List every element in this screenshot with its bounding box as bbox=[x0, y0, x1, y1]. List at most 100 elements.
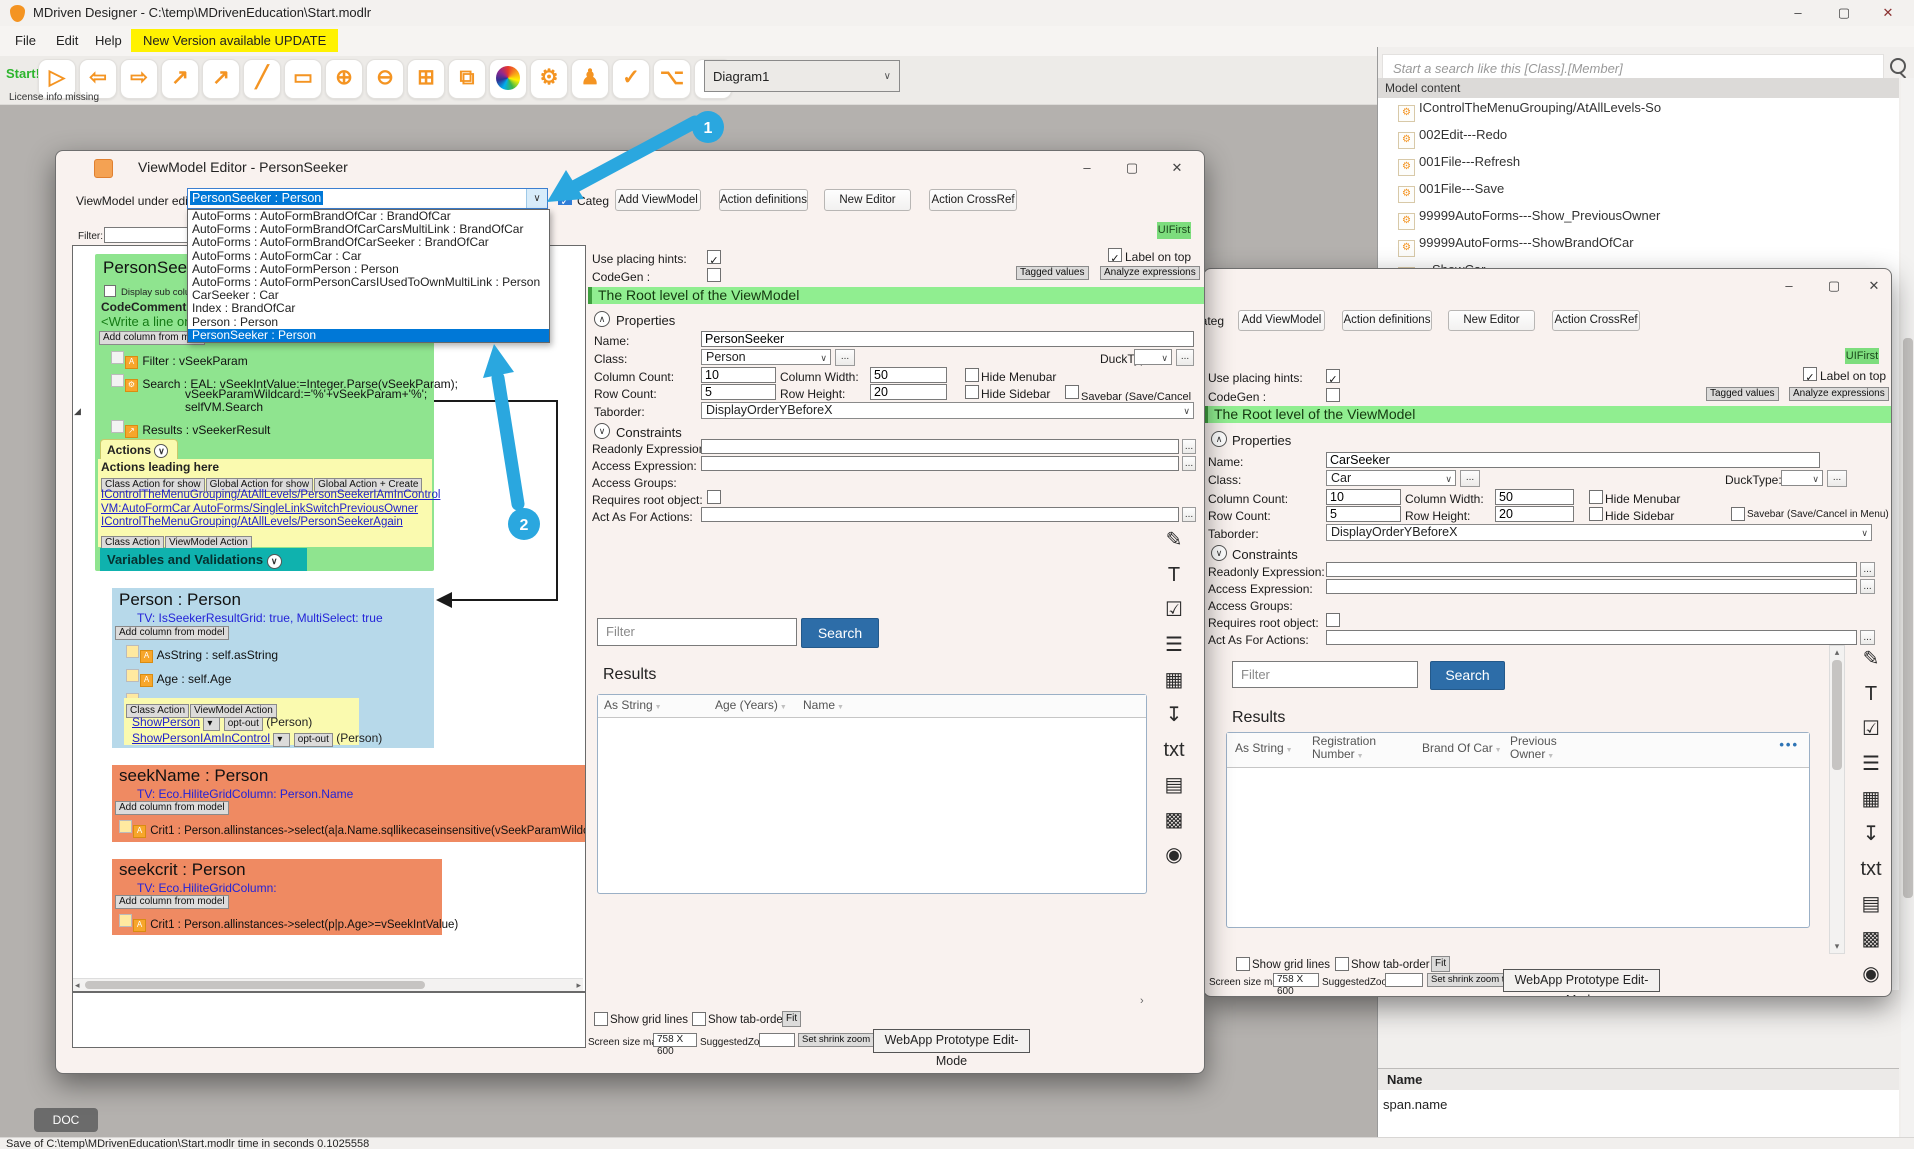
dropdown-item[interactable]: AutoForms : AutoFormBrandOfCarSeeker : B… bbox=[188, 236, 549, 249]
dialog2-add-viewmodel-button[interactable]: Add ViewModel bbox=[1238, 310, 1325, 331]
dialog2-maximize-button[interactable]: ▢ bbox=[1814, 273, 1854, 299]
model-list-item[interactable]: ⚙001File---Refresh bbox=[1398, 154, 1914, 174]
new-editor-button[interactable]: New Editor bbox=[824, 189, 911, 211]
model-list-item[interactable]: ⚙001File---Save bbox=[1398, 181, 1914, 201]
grid-column-icon[interactable]: ▤ bbox=[1856, 890, 1886, 920]
grid-column-icon[interactable]: ▤ bbox=[1159, 771, 1189, 801]
action-crossref-button[interactable]: Action CrossRef bbox=[929, 189, 1017, 211]
hide-menubar-checkbox[interactable] bbox=[965, 368, 979, 382]
drop-target-icon[interactable]: ↧ bbox=[1856, 820, 1886, 850]
select-rect-icon[interactable]: ▭ bbox=[284, 59, 322, 99]
component-icon[interactable]: ▩ bbox=[1856, 925, 1886, 955]
dialog2-show-tab-checkbox[interactable] bbox=[1335, 957, 1349, 971]
menu-help[interactable]: Help bbox=[95, 33, 122, 48]
screen-size-value[interactable]: 758 X 600 bbox=[653, 1033, 697, 1047]
dialog2-constraints-expand-icon[interactable]: ∨ bbox=[1211, 545, 1227, 561]
class-picker-button[interactable]: ... bbox=[835, 349, 855, 366]
analyze-button[interactable]: Analyze expressions bbox=[1100, 266, 1200, 280]
codegen-checkbox[interactable] bbox=[707, 268, 721, 282]
dialog2-proto-filter-input[interactable]: Filter bbox=[1232, 661, 1418, 688]
results-column-row[interactable]: ↗ Results : vSeekerResult bbox=[111, 420, 270, 438]
dialog2-readonly-field[interactable] bbox=[1326, 562, 1857, 577]
seekname-panel[interactable]: seekName : Person TV: Eco.HiliteGridColu… bbox=[112, 765, 585, 842]
action-link[interactable]: IControlTheMenuGrouping/AtAllLevels/Pers… bbox=[101, 489, 440, 503]
access-expr-picker[interactable]: ... bbox=[1182, 456, 1196, 471]
dialog2-close-button[interactable]: ✕ bbox=[1854, 273, 1892, 299]
dialog2-ducktype-picker-button[interactable]: ... bbox=[1827, 470, 1847, 487]
action-link[interactable]: VM:AutoFormCar AutoForms/SingleLinkSwitc… bbox=[101, 503, 440, 517]
dialog2-label-on-top-checkbox[interactable] bbox=[1803, 367, 1817, 381]
filter-column-row[interactable]: A Filter : vSeekParam bbox=[111, 351, 248, 369]
use-placing-checkbox[interactable] bbox=[707, 250, 721, 264]
hscroll-right-icon[interactable]: › bbox=[1140, 995, 1144, 1007]
model-list-item[interactable]: ⚙002Edit---Redo bbox=[1398, 127, 1914, 147]
dialog2-readonly-picker[interactable]: ... bbox=[1860, 562, 1875, 577]
proto-search-button[interactable]: Search bbox=[801, 618, 879, 648]
column-row[interactable]: A AsString : self.asString bbox=[126, 645, 278, 663]
zoom-field[interactable] bbox=[759, 1033, 795, 1047]
scroll-up-icon[interactable]: ▴ bbox=[1830, 647, 1844, 658]
hide-sidebar-checkbox[interactable] bbox=[965, 385, 979, 399]
picklist-icon[interactable]: ☰ bbox=[1159, 631, 1189, 661]
readonly-field[interactable] bbox=[701, 439, 1179, 454]
action-definitions-button[interactable]: Action definitions bbox=[719, 189, 808, 211]
checkbox-column-icon[interactable]: ☑ bbox=[1856, 715, 1886, 745]
column-row[interactable]: A Age : self.Age bbox=[126, 669, 278, 687]
dialog2-action-crossref-button[interactable]: Action CrossRef bbox=[1552, 310, 1640, 331]
chevron-down-icon[interactable]: ∨ bbox=[154, 444, 168, 458]
edit-pencil-icon[interactable]: ✎ bbox=[1856, 645, 1886, 675]
dialog1-maximize-button[interactable]: ▢ bbox=[1112, 155, 1152, 181]
textbox-icon[interactable]: txt bbox=[1159, 736, 1189, 766]
properties-collapse-icon[interactable]: ∧ bbox=[594, 311, 610, 327]
image-column-icon[interactable]: ◉ bbox=[1159, 841, 1189, 871]
text-style-icon[interactable]: T bbox=[1159, 561, 1189, 591]
ocl-expression[interactable]: span.name bbox=[1383, 1097, 1447, 1112]
component-icon[interactable]: ▩ bbox=[1159, 806, 1189, 836]
dialog1-close-button[interactable]: ✕ bbox=[1157, 155, 1197, 181]
dialog2-row-count-field[interactable] bbox=[1326, 506, 1401, 522]
dialog2-tagged-values-button[interactable]: Tagged values bbox=[1706, 387, 1779, 401]
crit-row[interactable]: A Crit1 : Person.allinstances->select(p|… bbox=[119, 914, 458, 932]
act-as-field[interactable] bbox=[701, 507, 1179, 522]
dropdown-item[interactable]: AutoForms : AutoFormBrandOfCar : BrandOf… bbox=[188, 210, 549, 223]
webapp-button[interactable]: WebApp Prototype Edit-Mode bbox=[873, 1029, 1030, 1053]
dialog2-col-count-field[interactable] bbox=[1326, 489, 1401, 505]
dialog2-row-height-field[interactable] bbox=[1495, 506, 1574, 522]
name-field[interactable] bbox=[701, 331, 1194, 347]
dialog2-ducktype-combo[interactable] bbox=[1781, 470, 1823, 486]
taborder-combo[interactable]: DisplayOrderYBeforeX bbox=[701, 402, 1194, 419]
action-link[interactable]: IControlTheMenuGrouping/AtAllLevels/Pers… bbox=[101, 516, 440, 530]
column-header[interactable]: As String bbox=[1235, 742, 1297, 757]
action-option-button[interactable]: ▾ bbox=[203, 717, 220, 731]
dropdown-item[interactable]: AutoForms : AutoFormPersonCarsIUsedToOwn… bbox=[188, 276, 549, 289]
column-header[interactable]: Registration Number bbox=[1312, 735, 1390, 763]
requires-root-checkbox[interactable] bbox=[707, 490, 721, 504]
dialog2-savebar-checkbox[interactable] bbox=[1731, 507, 1745, 521]
search-icon[interactable] bbox=[1890, 58, 1906, 74]
dialog2-analyze-button[interactable]: Analyze expressions bbox=[1789, 387, 1889, 401]
crit-row[interactable]: A Crit1 : Person.allinstances->select(a|… bbox=[119, 820, 586, 838]
dialog2-webapp-button[interactable]: WebApp Prototype Edit-Mode bbox=[1503, 969, 1660, 992]
autoform-window-icon[interactable]: ⊞ bbox=[407, 59, 445, 99]
close-button[interactable]: ✕ bbox=[1868, 0, 1908, 26]
model-list-item[interactable]: ⚙99999AutoForms---Show_PreviousOwner bbox=[1398, 208, 1914, 228]
row-count-field[interactable] bbox=[701, 384, 776, 400]
dialog1-uifirst-badge[interactable]: UIFirst bbox=[1157, 222, 1191, 239]
readonly-picker[interactable]: ... bbox=[1182, 439, 1196, 454]
validate-check-icon[interactable]: ✓ bbox=[612, 59, 650, 99]
ducktype-combo[interactable] bbox=[1134, 349, 1172, 365]
display-sub-checkbox[interactable] bbox=[104, 285, 116, 297]
dialog2-zoom-field[interactable] bbox=[1385, 973, 1423, 987]
draw-arrow-icon[interactable]: ↗ bbox=[202, 59, 240, 99]
show-grid-checkbox[interactable] bbox=[594, 1012, 608, 1026]
seekcrit-panel[interactable]: seekcrit : Person TV: Eco.HiliteGridColu… bbox=[112, 859, 442, 935]
menu-file[interactable]: File bbox=[15, 33, 36, 48]
dashed-line-icon[interactable]: ╱ bbox=[243, 59, 281, 99]
vm-under-edit-combo[interactable]: PersonSeeker : Person ∨ bbox=[187, 188, 548, 209]
grid-more-menu[interactable]: ••• bbox=[1779, 737, 1799, 752]
dialog2-act-as-picker[interactable]: ... bbox=[1860, 630, 1875, 645]
dropdown-item[interactable]: Index : BrandOfCar bbox=[188, 302, 549, 315]
dialog2-screen-size-value[interactable]: 758 X 600 bbox=[1273, 973, 1319, 987]
dialog2-access-expr-field[interactable] bbox=[1326, 579, 1857, 594]
model-list-item[interactable]: ⚙99999AutoForms---ShowBrandOfCar bbox=[1398, 235, 1914, 255]
